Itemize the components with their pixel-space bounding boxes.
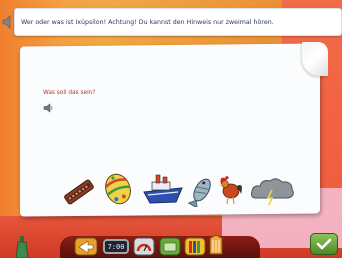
bottle-icon — [15, 236, 29, 258]
speaker-icon[interactable] — [43, 103, 54, 113]
ship-icon[interactable] — [142, 170, 184, 206]
thunder-cloud-icon[interactable] — [250, 176, 296, 206]
tools-icon[interactable] — [159, 236, 181, 256]
speaker-icon[interactable] — [2, 15, 14, 29]
instruction-bar: Wer oder was ist Ixüpsilon! Achtung! Du … — [14, 8, 342, 36]
rooster-icon[interactable] — [217, 174, 243, 206]
back-arrow-icon[interactable] — [74, 236, 98, 256]
confirm-button[interactable] — [310, 233, 338, 255]
instruction-text: Wer oder was ist Ixüpsilon! Achtung! Du … — [21, 18, 274, 26]
question-text: Was soll das sein? — [43, 90, 96, 96]
checkmark-icon — [316, 238, 332, 250]
clock-display[interactable]: 7:00 — [103, 239, 129, 254]
gauge-icon[interactable] — [133, 236, 155, 256]
easter-egg-icon[interactable] — [100, 172, 136, 206]
books-icon[interactable] — [184, 236, 206, 256]
fish-icon[interactable] — [187, 173, 217, 207]
harmonica-icon[interactable] — [62, 178, 96, 206]
pencil-icon[interactable] — [207, 234, 225, 256]
answer-options — [62, 170, 302, 210]
